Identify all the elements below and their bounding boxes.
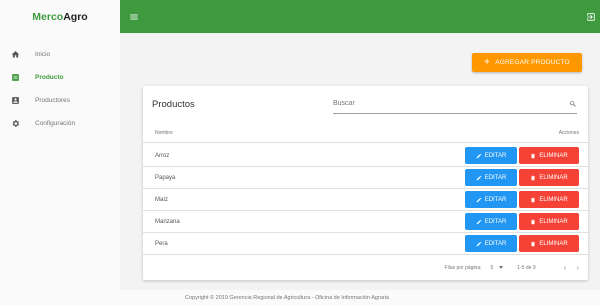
trash-icon [531, 175, 536, 180]
delete-button-label: ELIMINAR [539, 218, 568, 225]
trash-icon [531, 219, 536, 224]
edit-button[interactable]: EDITAR [465, 191, 517, 208]
edit-button[interactable]: EDITAR [465, 213, 517, 230]
sidebar-item-label: Productores [35, 97, 71, 104]
row-name: Maíz [155, 196, 169, 203]
delete-button-label: ELIMINAR [539, 152, 568, 159]
rows-per-page-select[interactable]: 5 [491, 265, 504, 271]
edit-button-label: EDITAR [484, 218, 507, 225]
row-actions: EDITAR ELIMINAR [465, 213, 579, 230]
home-icon [10, 50, 20, 60]
dropdown-arrow-icon [499, 266, 504, 269]
products-card: Productos Nombre Acciones Arroz EDITAR E… [143, 86, 588, 280]
trash-icon [531, 197, 536, 202]
column-header-actions: Acciones [558, 129, 579, 136]
column-header-name[interactable]: Nombre [155, 130, 173, 136]
edit-button-label: EDITAR [484, 174, 507, 181]
brand-part2: Agro [63, 10, 88, 23]
row-actions: EDITAR ELIMINAR [465, 191, 579, 208]
edit-button[interactable]: EDITAR [465, 147, 517, 164]
pencil-icon [476, 197, 481, 202]
table-row: Pera EDITAR ELIMINAR [143, 233, 588, 255]
next-page-icon[interactable]: › [576, 263, 579, 272]
table-header: Nombre Acciones [143, 123, 588, 143]
trash-icon [531, 241, 536, 246]
pencil-icon [476, 241, 481, 246]
delete-button-label: ELIMINAR [539, 240, 568, 247]
pencil-icon [476, 219, 481, 224]
rows-per-page-label: Filas por página: [444, 264, 482, 271]
sidebar-item-label: Inicio [35, 51, 51, 58]
delete-button[interactable]: ELIMINAR [519, 191, 579, 208]
producers-icon [10, 96, 20, 106]
row-actions: EDITAR ELIMINAR [465, 235, 579, 252]
delete-button-label: ELIMINAR [539, 196, 568, 203]
sidebar: Merco Agro Inicio Producto Productores Co… [0, 0, 120, 305]
menu-icon[interactable] [129, 12, 139, 22]
delete-button[interactable]: ELIMINAR [519, 235, 579, 252]
logout-icon[interactable] [586, 12, 596, 22]
pagination-range: 1-5 de 9 [517, 264, 536, 271]
top-app-bar [120, 0, 600, 33]
edit-button-label: EDITAR [484, 152, 507, 159]
table-row: Papaya EDITAR ELIMINAR [143, 167, 588, 189]
search-field [333, 94, 577, 114]
table-row: Arroz EDITAR ELIMINAR [143, 145, 588, 167]
trash-icon [531, 153, 536, 158]
card-title: Productos [152, 99, 195, 110]
pagination: Filas por página: 5 1-5 de 9 ‹ › [445, 263, 579, 272]
row-name: Manzana [155, 218, 180, 225]
add-product-button[interactable]: + AGREGAR PRODUCTO [472, 53, 582, 72]
previous-page-icon[interactable]: ‹ [564, 263, 567, 272]
delete-button[interactable]: ELIMINAR [519, 169, 579, 186]
edit-button-label: EDITAR [484, 196, 507, 203]
sidebar-item-producto[interactable]: Producto [0, 66, 120, 89]
delete-button[interactable]: ELIMINAR [519, 147, 579, 164]
delete-button-label: ELIMINAR [539, 174, 568, 181]
settings-icon [10, 119, 20, 129]
sidebar-nav: Inicio Producto Productores Configuració… [0, 33, 120, 135]
edit-button[interactable]: EDITAR [465, 169, 517, 186]
rows-per-page-value: 5 [490, 264, 494, 271]
row-name: Pera [155, 240, 168, 247]
edit-button[interactable]: EDITAR [465, 235, 517, 252]
delete-button[interactable]: ELIMINAR [519, 213, 579, 230]
sidebar-item-label: Producto [35, 74, 64, 81]
add-product-label: AGREGAR PRODUCTO [495, 59, 570, 66]
row-name: Papaya [155, 174, 176, 181]
footer: Copyright © 2019 Gerencia Regional de Ag… [120, 290, 600, 305]
row-name: Arroz [155, 152, 170, 159]
row-actions: EDITAR ELIMINAR [465, 169, 579, 186]
brand-part1: Merco [32, 10, 64, 23]
pencil-icon [476, 175, 481, 180]
edit-button-label: EDITAR [484, 240, 507, 247]
brand-logo[interactable]: Merco Agro [0, 0, 120, 33]
table-body: Arroz EDITAR ELIMINAR Papaya EDITAR ELIM… [143, 145, 588, 255]
plus-icon: + [484, 56, 491, 68]
row-actions: EDITAR ELIMINAR [465, 147, 579, 164]
sidebar-item-configuracion[interactable]: Configuración [0, 112, 120, 135]
table-row: Manzana EDITAR ELIMINAR [143, 211, 588, 233]
sidebar-item-productores[interactable]: Productores [0, 89, 120, 112]
pencil-icon [476, 153, 481, 158]
sidebar-item-inicio[interactable]: Inicio [0, 43, 120, 66]
footer-text: Copyright © 2019 Gerencia Regional de Ag… [185, 294, 389, 301]
table-row: Maíz EDITAR ELIMINAR [143, 189, 588, 211]
search-input[interactable] [333, 100, 533, 107]
search-icon[interactable] [569, 95, 577, 113]
sidebar-item-label: Configuración [35, 120, 76, 127]
product-icon [10, 73, 20, 83]
